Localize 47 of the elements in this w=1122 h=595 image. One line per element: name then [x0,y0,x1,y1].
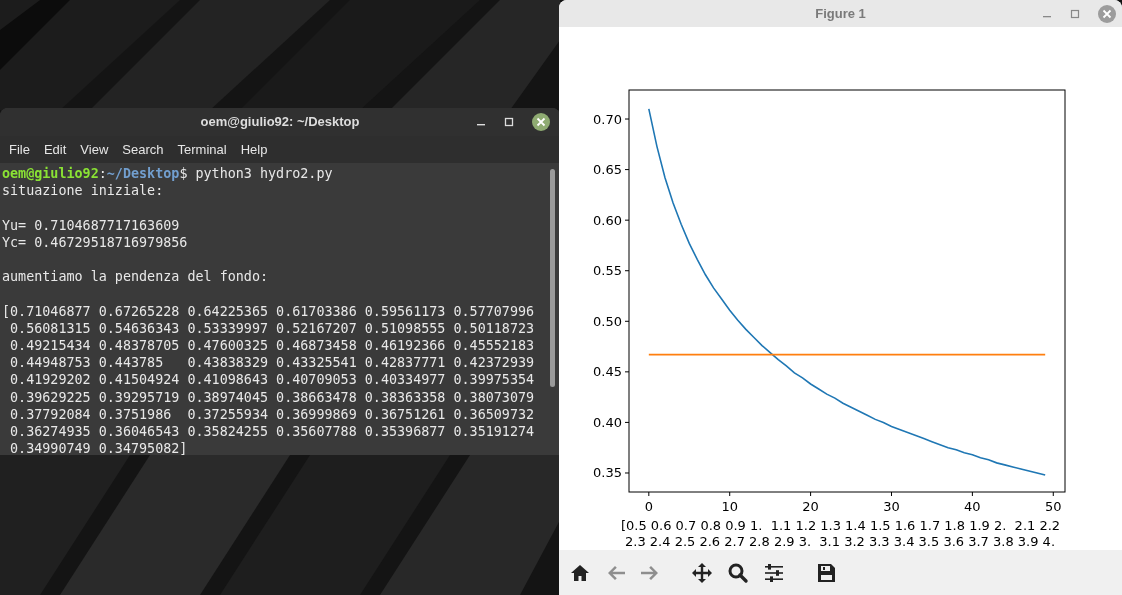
output-line: 0.44948753 0.443785 0.43838329 0.43325541 0.42837771 0.42372939 [9,354,535,372]
tick-label: 0.45 [593,364,622,380]
menu-item[interactable]: Help [233,139,275,160]
output-line: 0.49215434 0.48378705 0.47600325 0.46873458 0.46192366 0.45552183 [9,337,535,355]
save-icon[interactable] [815,562,837,584]
tick-label: 0.50 [593,313,622,329]
menu-item[interactable]: Edit [36,139,74,160]
tick-label: 0.40 [593,414,622,430]
output-line: 0.41929202 0.41504924 0.41098643 0.40709053 0.40334977 0.39975354 [9,371,535,389]
menu-item[interactable]: Search [115,139,171,160]
output-line: Yu= 0.7104687717163609 [2,216,180,234]
output-line: 0.34990749 0.34795082] [9,440,188,455]
axis-label: [0.5 0.6 0.7 0.8 0.9 1. 1.1 1.2 1.3 1.4 1.5 1.6 1.7 1.8 1.9 2. 2.1 2.2 2.3 2.4 2.5 2.6 2.7 2.8 2.9 3. 3.1 3.2 3.3 3.4 3.5 3.6 3.7 3.8 3.9 4. [620,518,1061,550]
tick-label: 40 [964,499,981,514]
output-line: [0.71046877 0.67265228 0.64225365 0.61703386 0.59561173 0.57707996 [2,302,535,320]
tick-label: 30 [883,499,900,514]
tick-label: 0.65 [593,162,622,178]
tick-label: 0.60 [593,212,622,228]
window-title: Figure 1 [815,4,866,23]
home-icon[interactable] [569,562,591,584]
tick-label: 0.35 [593,465,622,481]
tick-label: 0 [644,499,653,514]
tick-label: 50 [1045,499,1062,514]
move-icon[interactable] [691,562,713,584]
sliders-icon[interactable] [763,562,785,584]
output-line: 0.36274935 0.36046543 0.35824255 0.35607788 0.35396877 0.35191274 [9,423,535,441]
scrollbar[interactable] [550,169,555,387]
tick-label: 0.55 [593,263,622,279]
prompt-separator: : [98,165,107,183]
close-icon[interactable] [532,113,550,131]
search-icon[interactable] [727,562,749,584]
menu-item[interactable]: File [2,139,37,160]
prompt-user: oem@giulio92 [2,165,99,183]
prompt-path: ~/Desktop [106,165,180,183]
output-line: 0.39629225 0.39295719 0.38974045 0.38663478 0.38363358 0.38073079 [9,388,535,406]
menu-item[interactable]: View [73,139,116,160]
output-line: 0.37792084 0.3751986 0.37255934 0.36999869 0.36751261 0.36509732 [9,405,535,423]
menu-item[interactable]: Terminal [170,139,234,160]
output-line: 0.56081315 0.54636343 0.53339997 0.52167207 0.51098555 0.50118723 [9,319,535,337]
tick-label: 20 [802,499,819,514]
tick-label: 10 [721,499,738,514]
command-text: $ python3 hydro2.py [179,165,333,183]
window-title: oem@giulio92: ~/Desktop [200,113,360,132]
output-line: situazione iniziale: [2,182,164,200]
tick-label: 0.70 [593,111,622,127]
output-line: Yc= 0.46729518716979856 [2,233,188,251]
output-line: aumentiamo la pendenza del fondo: [2,268,269,286]
